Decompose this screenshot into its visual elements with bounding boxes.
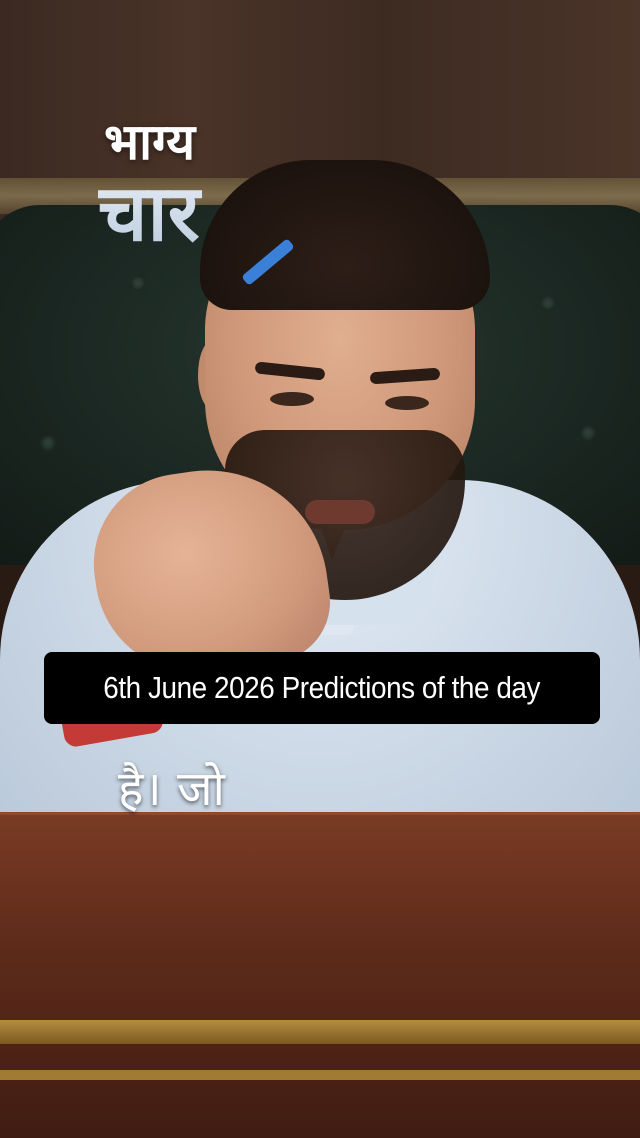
video-frame: भाग्य चार 6th June 2026 Predictions of t… bbox=[0, 0, 640, 1138]
desk-trim bbox=[0, 1020, 640, 1044]
chair-button bbox=[540, 295, 556, 311]
caption-banner: 6th June 2026 Predictions of the day bbox=[44, 652, 600, 724]
desk-trim bbox=[0, 1070, 640, 1080]
logo-line1: भाग्य bbox=[104, 113, 196, 171]
subtitle-text: है। जो bbox=[118, 761, 225, 817]
right-eye bbox=[385, 396, 429, 410]
left-eye bbox=[270, 392, 314, 406]
chair-button bbox=[580, 425, 596, 441]
mouth bbox=[305, 500, 375, 524]
caption-text: 6th June 2026 Predictions of the day bbox=[103, 670, 541, 705]
desk bbox=[0, 815, 640, 1138]
chair-button bbox=[40, 435, 56, 451]
chair-button bbox=[130, 275, 146, 291]
channel-logo: भाग्य चार bbox=[98, 112, 308, 262]
